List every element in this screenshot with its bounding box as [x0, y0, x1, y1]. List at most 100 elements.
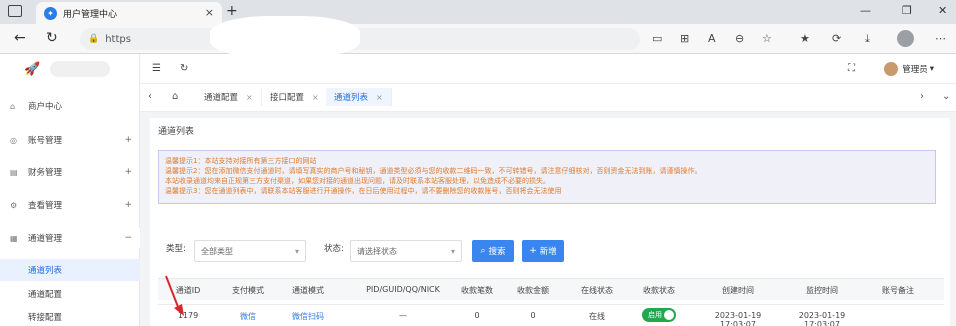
- sidebar-item-account[interactable]: ◎ 账号管理 +: [0, 130, 140, 150]
- column-header: 账号备注: [882, 286, 914, 295]
- history-icon[interactable]: ⟳: [832, 32, 841, 45]
- search-icon: ⌕: [480, 246, 486, 256]
- profile-avatar[interactable]: [897, 30, 914, 47]
- close-window-icon[interactable]: ✕: [938, 4, 947, 17]
- notice-box: 温馨提示1：本站支持对接所有第三方接口的网站 温馨提示2：您在添加微信支付通道时…: [158, 150, 936, 204]
- sidebar-subitem-label: 通道配置: [28, 290, 63, 300]
- tab-channel-list[interactable]: 通道列表 ×: [326, 88, 392, 106]
- expand-icon: +: [124, 200, 132, 210]
- browser-tabstrip: ✦ 用户管理中心 × + — ❐ ✕: [0, 0, 956, 24]
- cell-pay-mode[interactable]: 微信: [218, 311, 278, 322]
- tab-title: 用户管理中心: [63, 9, 118, 20]
- sidebar-item-label: 财务管理: [28, 168, 63, 178]
- column-header: 收款金额: [517, 286, 549, 295]
- search-button-label: 搜索: [488, 247, 506, 257]
- close-icon[interactable]: ×: [312, 93, 319, 102]
- sidebar-subitem-channel-config[interactable]: 通道配置: [0, 283, 140, 305]
- cell-amount: 0: [530, 311, 536, 320]
- column-header: 在线状态: [581, 286, 613, 295]
- settings-icon: ⚙: [10, 200, 18, 210]
- channel-icon: ▦: [10, 233, 18, 243]
- minimize-icon[interactable]: —: [860, 4, 871, 17]
- cell-online: 在线: [589, 312, 605, 321]
- sidebar-item-finance[interactable]: ▤ 财务管理 +: [0, 162, 140, 182]
- page-title: 通道列表: [158, 127, 195, 137]
- home-icon: ⌂: [10, 101, 16, 111]
- back-button[interactable]: ←: [14, 30, 26, 46]
- fullscreen-icon[interactable]: ⛶: [848, 63, 855, 74]
- sidebar-subitem-channel-list[interactable]: 通道列表: [0, 259, 140, 281]
- sidebar-item-merchant[interactable]: ⌂ 商户中心: [0, 96, 140, 116]
- restore-icon[interactable]: ❐: [902, 4, 912, 17]
- column-header: PID/GUID/QQ/NICK: [366, 285, 440, 294]
- site-favicon-icon: ✦: [44, 6, 57, 20]
- type-select-value: 全部类型: [201, 246, 233, 256]
- main-content: 通道列表 温馨提示1：本站支持对接所有第三方接口的网站 温馨提示2：您在添加微信…: [150, 118, 950, 326]
- tab-label: 通道列表: [334, 93, 369, 103]
- status-select[interactable]: 请选择状态 ▾: [350, 240, 462, 262]
- close-icon[interactable]: ×: [246, 93, 253, 102]
- sidebar-subitem-transfer-config[interactable]: 转接配置: [0, 306, 140, 326]
- tab-label: 通道配置: [204, 93, 239, 103]
- favorites-icon[interactable]: ★: [800, 32, 810, 45]
- search-button[interactable]: ⌕ 搜索: [472, 240, 514, 262]
- reload-button[interactable]: ↻: [46, 30, 58, 46]
- workspace-icon[interactable]: [8, 5, 22, 17]
- cell-monitored: 2023-01-19 17:03:07: [798, 311, 846, 326]
- url-bar[interactable]: 🔒 https: [80, 16, 640, 58]
- expand-icon: +: [124, 135, 132, 145]
- toggle-label: 启用: [648, 311, 662, 319]
- sidebar-subitem-label: 通道列表: [28, 266, 63, 276]
- logo: 🚀: [0, 54, 139, 84]
- notice-line: 温馨提示1：本站支持对接所有第三方接口的网站: [165, 157, 317, 165]
- status-select-value: 请选择状态: [357, 246, 397, 256]
- notice-line: 温馨提示2：您在添加微信支付通道时，请填写真实的商户号和秘钥，通道类型必须与您的…: [165, 167, 702, 175]
- type-select[interactable]: 全部类型 ▾: [194, 240, 306, 262]
- type-filter-label: 类型:: [166, 244, 186, 254]
- zoom-icon[interactable]: ⊖: [735, 32, 744, 45]
- cast-icon[interactable]: ▭: [652, 32, 662, 45]
- new-tab-button[interactable]: +: [226, 3, 238, 19]
- refresh-icon[interactable]: ↻: [180, 63, 188, 74]
- read-aloud-icon[interactable]: A: [708, 32, 716, 45]
- column-header: 监控时间: [806, 286, 838, 295]
- tabs-more-icon[interactable]: ⌄: [942, 91, 950, 102]
- status-toggle[interactable]: 启用: [642, 308, 676, 322]
- tab-channel-config[interactable]: 通道配置 ×: [196, 88, 262, 106]
- cell-channel-mode[interactable]: 微信扫码: [278, 311, 338, 322]
- download-icon[interactable]: ⤓: [865, 32, 870, 46]
- add-button-label: 新增: [539, 247, 557, 257]
- column-header: 收款笔数: [461, 286, 493, 295]
- status-filter-label: 状态:: [324, 244, 344, 254]
- sidebar-item-view[interactable]: ⚙ 查看管理 +: [0, 195, 140, 215]
- tab-interface-config[interactable]: 接口配置 ×: [262, 88, 328, 106]
- sidebar-subitem-label: 转接配置: [28, 313, 63, 323]
- app-topbar: ☰ ↻ ⛶ 管理员 ▾: [140, 54, 956, 84]
- apps-icon[interactable]: ⊞: [680, 32, 689, 45]
- browser-tab[interactable]: ✦ 用户管理中心 ×: [36, 2, 222, 24]
- column-header: 通道模式: [292, 286, 324, 295]
- table-row[interactable]: 1179 微信 微信扫码 — 0 0 在线 启用 2023-01-19 17:0…: [158, 304, 944, 326]
- home-tab-icon[interactable]: ⌂: [172, 91, 178, 102]
- tab-close-icon[interactable]: ×: [205, 6, 214, 19]
- column-header: 收款状态: [643, 286, 675, 295]
- tabs-scroll-right-icon[interactable]: ›: [920, 91, 924, 102]
- column-header: 创建时间: [722, 286, 754, 295]
- favorite-add-icon[interactable]: ☆: [762, 32, 772, 45]
- add-button[interactable]: + 新增: [522, 240, 564, 262]
- tab-label: 接口配置: [270, 93, 305, 103]
- tabs-scroll-left-icon[interactable]: ‹: [148, 91, 152, 102]
- admin-menu[interactable]: 管理员 ▾: [884, 62, 934, 76]
- notice-line: 本站收录通道均来自正规第三方支付渠道，如果您对接的通道出现问题，请及时联系本站客…: [165, 177, 550, 185]
- cell-pid: —: [399, 311, 407, 320]
- wallet-icon: ▤: [10, 167, 18, 177]
- sidebar-item-channel[interactable]: ▦ 通道管理 −: [0, 228, 140, 248]
- more-menu-icon[interactable]: ⋯: [935, 32, 946, 45]
- menu-toggle-icon[interactable]: ☰: [152, 63, 161, 74]
- sidebar-item-label: 商户中心: [28, 102, 63, 112]
- chevron-down-icon: ▾: [450, 246, 455, 256]
- redacted-logo-text: [50, 61, 111, 77]
- url-text: https: [105, 33, 131, 45]
- close-icon[interactable]: ×: [376, 93, 383, 102]
- browser-toolbar: ← ↻ 🔒 https ▭ ⊞ A ⊖ ☆ ★ ⟳ ⤓ ⋯: [0, 16, 956, 58]
